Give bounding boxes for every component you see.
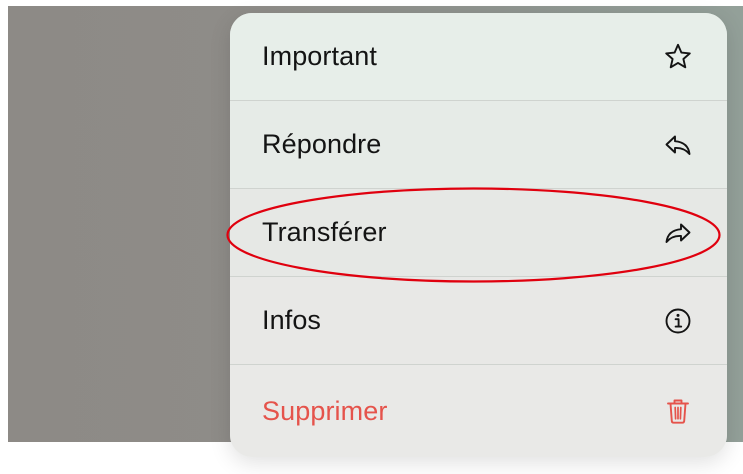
screenshot-frame: Important Répondre Transférer Infos Supp…	[0, 0, 743, 474]
trash-icon	[663, 396, 693, 426]
menu-item-label: Transférer	[262, 217, 387, 247]
star-icon	[663, 42, 693, 72]
menu-item-label: Infos	[262, 305, 322, 335]
menu-item-important[interactable]: Important	[230, 13, 727, 101]
menu-item-label: Supprimer	[262, 395, 388, 426]
menu-item-label: Répondre	[262, 129, 382, 159]
menu-item-reply[interactable]: Répondre	[230, 101, 727, 189]
reply-icon	[663, 130, 693, 160]
menu-item-info[interactable]: Infos	[230, 277, 727, 365]
forward-icon	[663, 218, 693, 248]
info-icon	[663, 306, 693, 336]
menu-item-forward[interactable]: Transférer	[230, 189, 727, 277]
menu-item-label: Important	[262, 41, 377, 71]
context-menu: Important Répondre Transférer Infos Supp…	[230, 13, 727, 457]
menu-item-delete[interactable]: Supprimer	[230, 365, 727, 457]
